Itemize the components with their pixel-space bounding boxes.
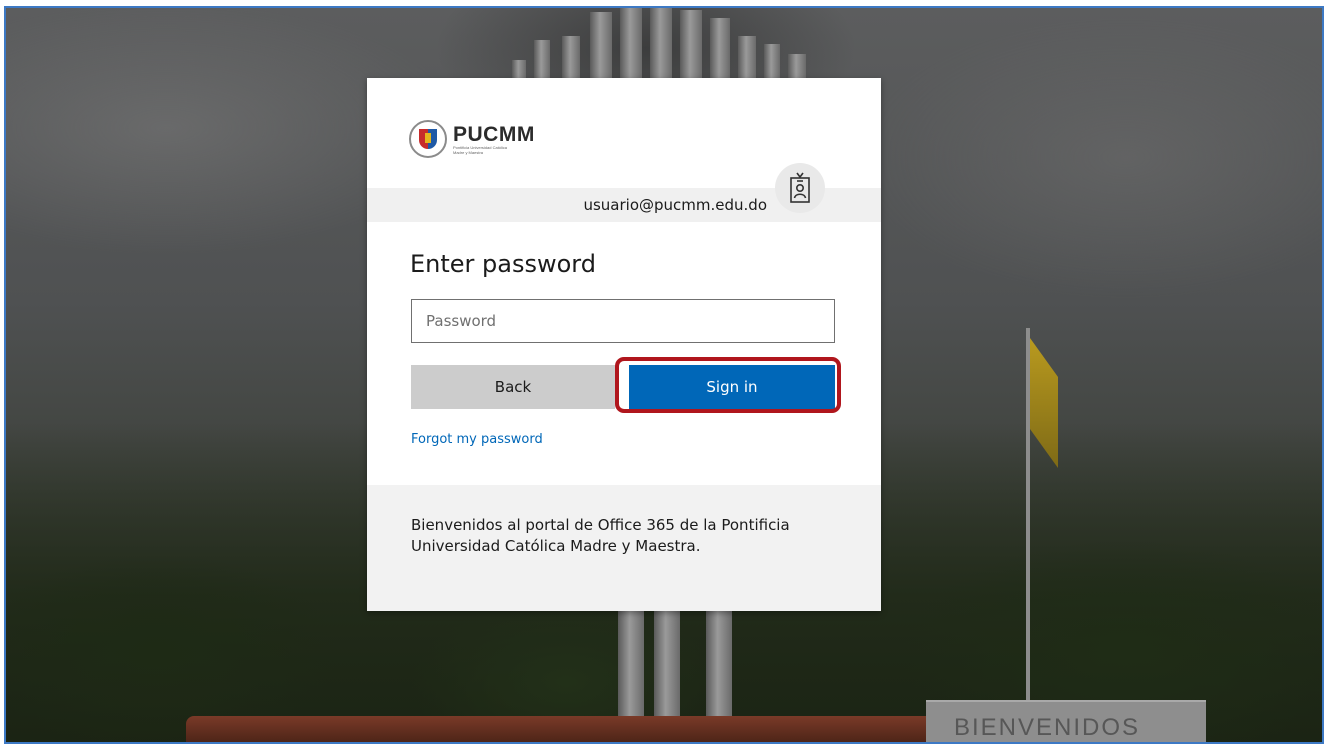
entrance-sign: BIENVENIDOS	[926, 700, 1206, 742]
pucmm-seal-icon	[409, 120, 447, 158]
sign-in-button[interactable]: Sign in	[629, 365, 835, 409]
password-input[interactable]	[411, 299, 835, 343]
account-email: usuario@pucmm.edu.do	[583, 196, 767, 214]
back-button[interactable]: Back	[411, 365, 615, 409]
page-title: Enter password	[410, 250, 596, 278]
pucmm-logo: PUCMM Pontificia Universidad Católica Ma…	[409, 120, 535, 158]
logo-subtitle: Pontificia Universidad Católica Madre y …	[453, 144, 508, 155]
id-badge-icon	[775, 163, 825, 213]
background-hedge	[186, 716, 946, 742]
footer-banner: Bienvenidos al portal de Office 365 de l…	[367, 485, 881, 611]
logo-title: PUCMM	[453, 122, 535, 146]
entrance-sign-text: BIENVENIDOS	[954, 714, 1141, 741]
flagpole	[1026, 328, 1030, 708]
sign-in-card: PUCMM Pontificia Universidad Católica Ma…	[367, 78, 881, 611]
forgot-password-link[interactable]: Forgot my password	[411, 432, 543, 447]
welcome-message: Bienvenidos al portal de Office 365 de l…	[411, 516, 790, 555]
